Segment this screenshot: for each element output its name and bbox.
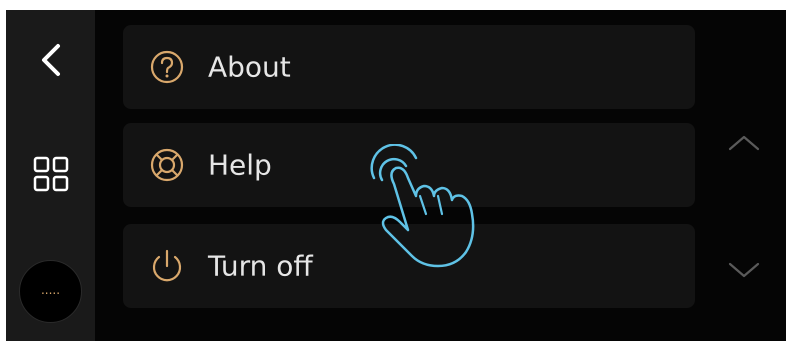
chevron-down-icon (728, 262, 760, 278)
menu-item-turn-off[interactable]: Turn off (123, 224, 695, 308)
menu-item-label: Help (208, 148, 272, 182)
scroll-up-button[interactable] (716, 123, 772, 163)
screen: ..... About Help Turn off (6, 10, 786, 341)
chevron-up-icon (728, 135, 760, 151)
grid-icon (33, 156, 68, 192)
back-button[interactable] (6, 32, 95, 88)
scroll-down-button[interactable] (716, 250, 772, 290)
menu-item-help[interactable]: Help (123, 123, 695, 207)
menu-item-label: Turn off (208, 249, 313, 283)
menu-item-label: About (208, 50, 291, 84)
question-circle-icon (150, 50, 184, 84)
more-button[interactable]: ..... (19, 260, 82, 323)
power-icon (152, 249, 182, 282)
menu-item-about[interactable]: About (123, 25, 695, 109)
more-dots-label: ..... (40, 282, 61, 297)
chevron-left-icon (41, 44, 60, 76)
lifebuoy-icon (150, 148, 184, 182)
apps-grid-button[interactable] (6, 146, 95, 202)
sidebar: ..... (6, 10, 95, 341)
